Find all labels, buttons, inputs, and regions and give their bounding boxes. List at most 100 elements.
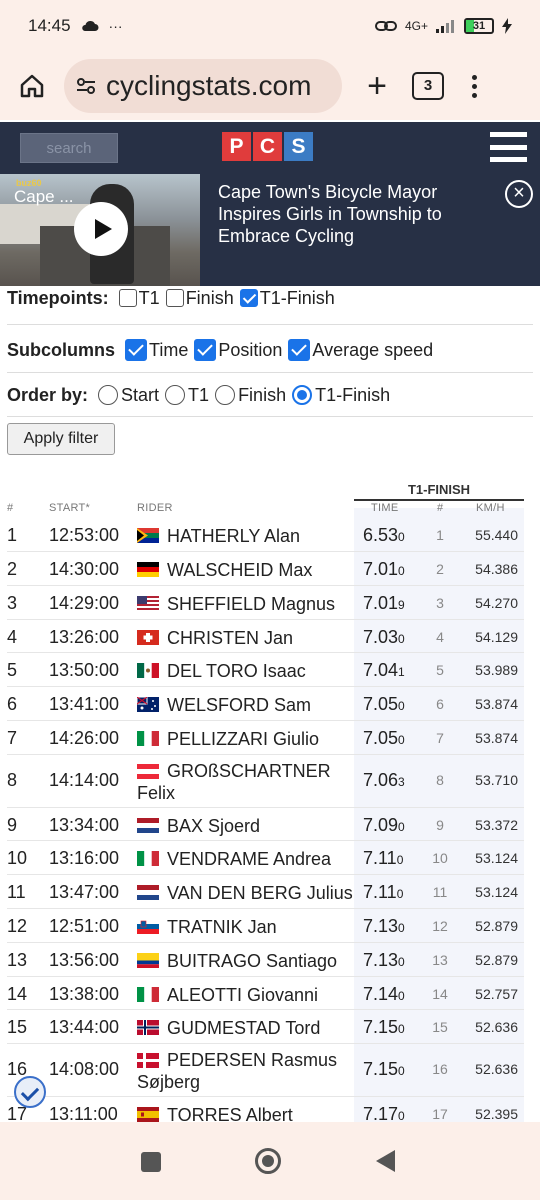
apply-filter-button[interactable]: Apply filter	[7, 423, 115, 455]
timepoint-t1-finish-checkbox[interactable]	[239, 289, 258, 307]
timepoint-t1-finish-option[interactable]: T1-Finish	[239, 288, 335, 309]
subcolumn-speed-checkbox[interactable]	[288, 339, 311, 361]
table-row[interactable]: 14 13:38:00 ALEOTTI Giovanni 7.140 14 52.757	[0, 977, 540, 1010]
ad-headline[interactable]: Cape Town's Bicycle Mayor Inspires Girls…	[218, 181, 488, 247]
subcolumn-time-option[interactable]: Time	[125, 339, 188, 361]
col-header-start[interactable]: START*	[49, 502, 90, 514]
rider-link[interactable]: WALSCHEID Max	[137, 559, 312, 581]
rider-link[interactable]: WELSFORD Sam	[137, 694, 311, 716]
order-finish-option[interactable]: Finish	[215, 385, 286, 406]
rider-link[interactable]: PEDERSEN Rasmus Søjberg	[137, 1049, 337, 1093]
new-tab-button[interactable]: +	[342, 67, 412, 106]
rider-link[interactable]: TRATNIK Jan	[137, 916, 277, 938]
table-row[interactable]: 16 14:08:00 PEDERSEN Rasmus Søjberg 7.150 16 5…	[0, 1044, 540, 1097]
rider-link[interactable]: VENDRAME Andrea	[137, 848, 331, 870]
rider-link[interactable]: PELLIZZARI Giulio	[137, 728, 319, 750]
row-start-time: 13:47:00	[49, 882, 120, 902]
row-speed: 54.270	[475, 595, 518, 611]
order-t1-radio[interactable]	[165, 385, 186, 405]
status-time: 14:45	[28, 16, 71, 35]
charging-icon	[502, 18, 512, 34]
col-header-pos[interactable]: #	[437, 502, 443, 514]
browser-menu-button[interactable]	[444, 74, 504, 98]
rider-link[interactable]: GROßSCHARTNER Felix	[137, 760, 331, 804]
play-icon[interactable]	[74, 202, 128, 256]
rider-link[interactable]: BAX Sjoerd	[137, 815, 260, 837]
row-speed: 53.874	[475, 730, 518, 746]
rider-link[interactable]: SHEFFIELD Magnus	[137, 593, 335, 615]
rider-link[interactable]: GUDMESTAD Tord	[137, 1017, 320, 1039]
rider-link[interactable]: BUITRAGO Santiago	[137, 950, 337, 972]
order-t1-finish-radio[interactable]	[292, 385, 313, 405]
recents-icon[interactable]	[141, 1152, 161, 1172]
row-speed: 53.989	[475, 662, 518, 678]
row-rank: 15	[7, 1017, 28, 1037]
hamburger-menu-icon[interactable]	[490, 132, 527, 162]
row-position: 2	[436, 561, 444, 577]
timepoint-finish-option[interactable]: Finish	[165, 288, 234, 309]
subcolumn-position-option[interactable]: Position	[194, 339, 282, 361]
col-header-kmh[interactable]: KM/H	[476, 502, 505, 514]
col-header-time[interactable]: TIME	[371, 502, 398, 514]
tab-switcher-button[interactable]: 3	[412, 72, 444, 100]
row-position: 3	[436, 595, 444, 611]
table-row[interactable]: 11 13:47:00 VAN DEN BERG Julius 7.110 11 53.1…	[0, 875, 540, 909]
rider-link[interactable]: CHRISTEN Jan	[137, 627, 293, 649]
table-row[interactable]: 9 13:34:00 BAX Sjoerd 7.090 9 53.372	[0, 808, 540, 841]
home-nav-icon[interactable]	[255, 1148, 281, 1174]
table-row[interactable]: 8 14:14:00 GROßSCHARTNER Felix 7.063 8 53.710	[0, 755, 540, 808]
address-bar[interactable]: cyclingstats.com	[64, 59, 342, 113]
row-speed: 54.129	[475, 629, 518, 645]
order-start-option[interactable]: Start	[98, 385, 159, 406]
timepoints-label: Timepoints:	[7, 287, 109, 308]
table-row[interactable]: 4 13:26:00 CHRISTEN Jan 7.030 4 54.129	[0, 620, 540, 653]
table-row[interactable]: 10 13:16:00 VENDRAME Andrea 7.110 10 53.124	[0, 841, 540, 875]
ad-close-icon[interactable]: ×	[505, 180, 533, 208]
col-header-rider[interactable]: RIDER	[137, 502, 173, 514]
video-ad[interactable]: buz60 Cape ... Cape Town's Bicycle Mayor…	[0, 174, 540, 286]
table-row[interactable]: 1 12:53:00 HATHERLY Alan 6.530 1 55.440	[0, 518, 540, 552]
t1-finish-group-header: T1-FINISH	[354, 482, 524, 501]
row-start-time: 13:38:00	[49, 984, 120, 1004]
row-start-time: 13:44:00	[49, 1017, 120, 1037]
ad-video-thumbnail[interactable]: buz60 Cape ...	[0, 174, 200, 286]
row-position: 14	[432, 986, 448, 1002]
table-row[interactable]: 7 14:26:00 PELLIZZARI Giulio 7.050 7 53.874	[0, 721, 540, 755]
subcolumn-time-checkbox[interactable]	[125, 339, 148, 361]
table-row[interactable]: 6 13:41:00 WELSFORD Sam 7.050 6 53.874	[0, 687, 540, 721]
row-speed: 52.636	[475, 1019, 518, 1035]
table-row[interactable]: 13 13:56:00 BUITRAGO Santiago 7.130 13 52.879	[0, 943, 540, 977]
site-settings-icon[interactable]	[76, 77, 102, 95]
security-badge-icon[interactable]	[14, 1076, 46, 1108]
row-time: 7.130	[363, 916, 405, 936]
subcolumn-position-checkbox[interactable]	[194, 339, 217, 361]
timepoint-t1-checkbox[interactable]	[118, 289, 137, 307]
rider-link[interactable]: VAN DEN BERG Julius	[137, 882, 353, 904]
row-rank: 4	[7, 627, 18, 647]
order-finish-radio[interactable]	[215, 385, 236, 405]
row-speed: 55.440	[475, 527, 518, 543]
row-speed: 53.372	[475, 817, 518, 833]
row-time: 7.150	[363, 1017, 405, 1037]
search-input[interactable]: search	[20, 133, 118, 163]
back-icon[interactable]	[376, 1150, 395, 1172]
table-row[interactable]: 15 13:44:00 GUDMESTAD Tord 7.150 15 52.636	[0, 1010, 540, 1044]
rider-link[interactable]: HATHERLY Alan	[137, 525, 300, 547]
site-logo[interactable]: PCS	[222, 132, 313, 161]
rider-link[interactable]: ALEOTTI Giovanni	[137, 984, 318, 1006]
signal-icon	[436, 20, 454, 33]
table-row[interactable]: 12 12:51:00 TRATNIK Jan 7.130 12 52.879	[0, 909, 540, 943]
table-row[interactable]: 5 13:50:00 DEL TORO Isaac 7.041 5 53.989	[0, 653, 540, 687]
timepoint-finish-checkbox[interactable]	[165, 289, 184, 307]
order-t1-option[interactable]: T1	[165, 385, 209, 406]
order-start-radio[interactable]	[98, 385, 119, 405]
subcolumns-label: Subcolumns	[7, 339, 116, 360]
row-rank: 2	[7, 559, 18, 579]
home-button[interactable]	[0, 73, 64, 99]
rider-link[interactable]: DEL TORO Isaac	[137, 660, 306, 682]
subcolumn-speed-option[interactable]: Average speed	[288, 339, 433, 361]
table-row[interactable]: 2 14:30:00 WALSCHEID Max 7.010 2 54.386	[0, 552, 540, 586]
table-row[interactable]: 3 14:29:00 SHEFFIELD Magnus 7.019 3 54.270	[0, 586, 540, 620]
timepoint-t1-option[interactable]: T1	[118, 288, 160, 309]
order-t1-finish-option[interactable]: T1-Finish	[292, 385, 390, 406]
